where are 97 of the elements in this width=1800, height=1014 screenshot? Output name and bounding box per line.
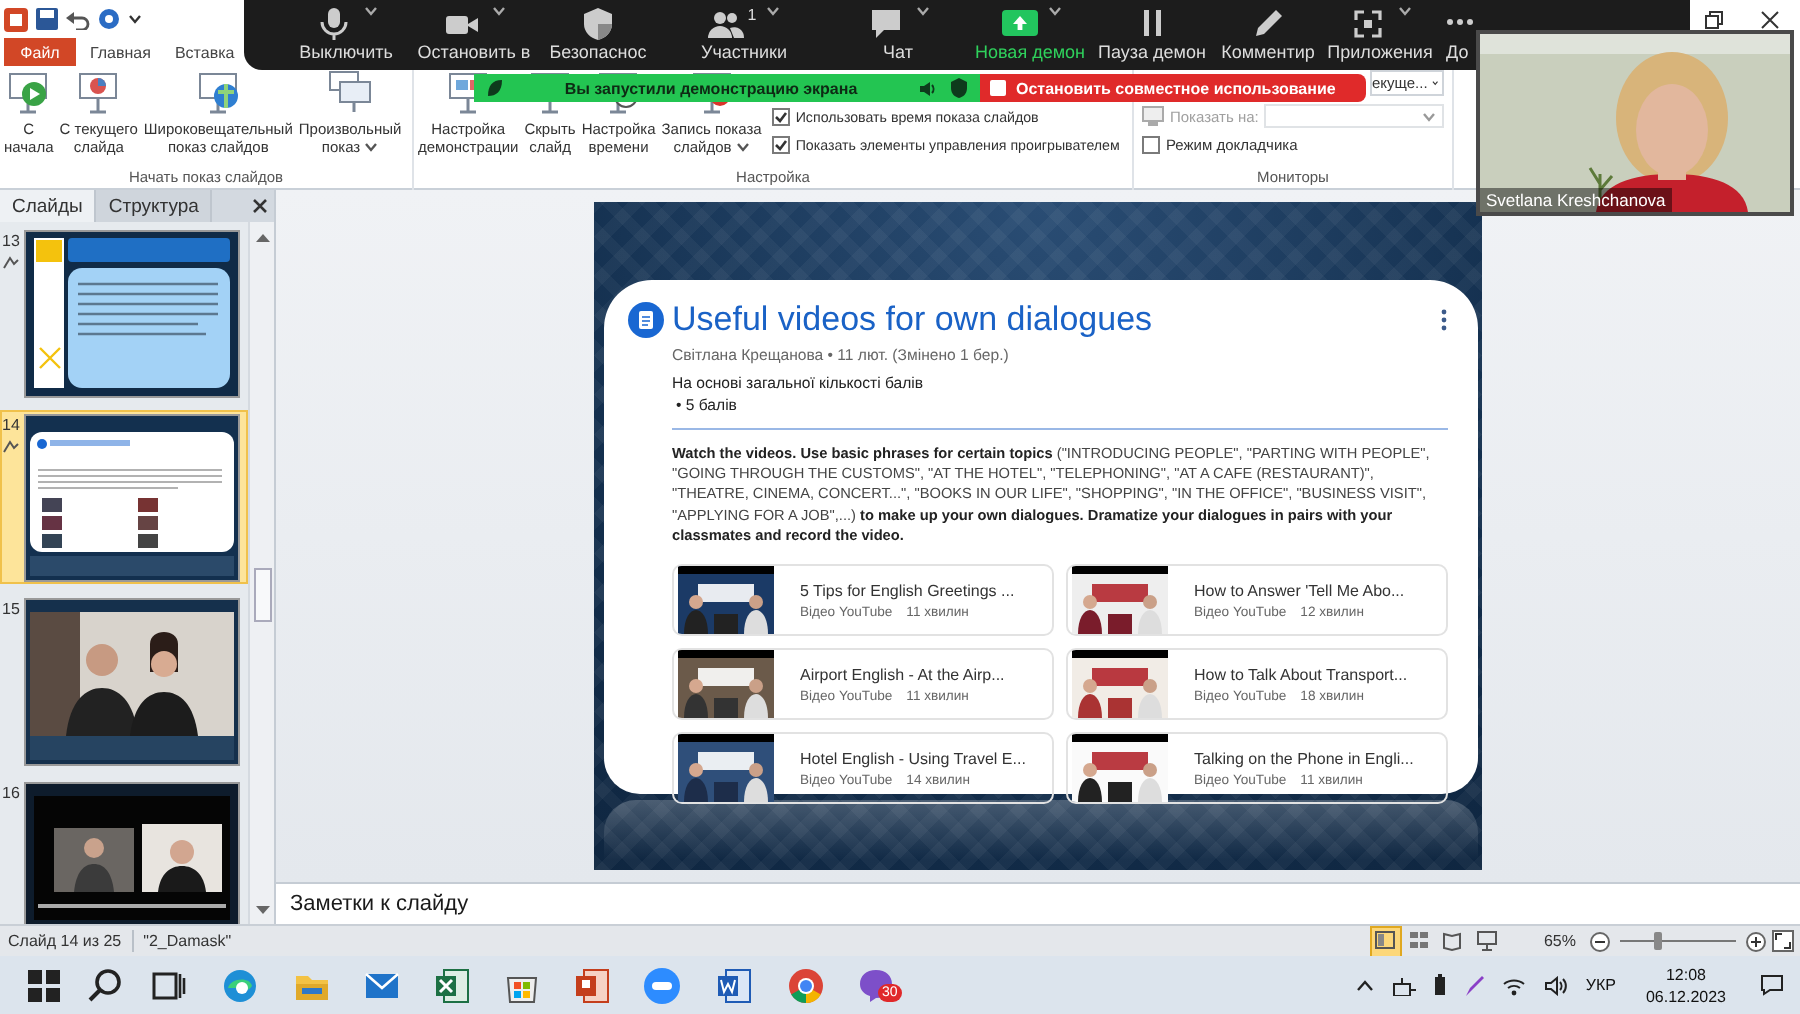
stop-sharing-button[interactable]: Остановить совместное использование (980, 74, 1366, 102)
view-button[interactable] (1473, 927, 1502, 955)
screen-chart-icon (76, 70, 121, 114)
slide-list-item[interactable]: 13 (0, 226, 248, 400)
video-title: How to Answer 'Tell Me Abo... (1194, 581, 1405, 600)
slide-number: 15 (2, 600, 20, 618)
video-title: 5 Tips for English Greetings ... (800, 581, 1015, 600)
meeting-icon[interactable] (642, 965, 682, 1005)
assignment-icon (628, 302, 664, 338)
zoom-out-icon[interactable] (1590, 931, 1610, 951)
slide-number: 14 (2, 416, 20, 434)
clock-date[interactable]: 06.12.2023 (1645, 987, 1726, 1005)
slide-counter: Слайд 14 из 25 (6, 932, 122, 950)
video-title: Talking on the Phone in Engli... (1194, 749, 1414, 768)
post-title: Useful videos for own dialogues (672, 300, 1155, 340)
leaf-icon (486, 78, 504, 98)
more-icon (1446, 18, 1474, 26)
toolbar-button[interactable]: Выключить (280, 0, 412, 70)
presentation-icon[interactable] (571, 965, 611, 1005)
restore-icon[interactable] (1704, 9, 1724, 29)
screen-play-icon (6, 70, 51, 114)
chat-bubble-icon (867, 6, 905, 40)
toolbar-button[interactable]: 1 Участники (660, 0, 828, 70)
spreadsheet-icon[interactable] (431, 965, 471, 1005)
screens-icon (328, 70, 373, 114)
checkbox[interactable] (1142, 136, 1160, 154)
projector-icon (1476, 930, 1499, 952)
ribbon-tab[interactable]: Вставка (164, 38, 245, 66)
video-title: Airport English - At the Airp... (800, 665, 1005, 684)
volume-icon[interactable] (1543, 975, 1568, 995)
normal-view-icon (1374, 930, 1397, 952)
zoom-level: 65% (1543, 932, 1576, 950)
apps-icon (1349, 6, 1387, 40)
participant-name: Svetlana Kreshchanova (1480, 188, 1672, 212)
close-icon[interactable] (252, 198, 268, 214)
start-icon[interactable] (24, 965, 64, 1005)
chevron-up-icon[interactable] (1355, 979, 1374, 991)
stop-square-icon (990, 80, 1006, 96)
toolbar-button[interactable]: Безопаснос (536, 0, 660, 70)
scroll-up-icon[interactable] (255, 232, 269, 242)
search-icon[interactable] (86, 965, 126, 1005)
screen-globe-icon (196, 70, 241, 114)
share-status-text: Вы запустили демонстрацию экрана (562, 79, 860, 97)
shield-icon (579, 6, 617, 40)
shield-check-icon (950, 78, 968, 98)
panel-tab[interactable]: Слайды (0, 190, 97, 222)
wifi-icon[interactable] (1501, 975, 1526, 995)
save-icon[interactable] (36, 8, 58, 30)
book-icon (1442, 930, 1465, 952)
slide-list-item[interactable]: 15 (0, 594, 248, 768)
view-button[interactable] (1371, 927, 1400, 955)
language-indicator[interactable]: УКР (1585, 976, 1616, 994)
video-title: Hotel English - Using Travel E... (800, 749, 1026, 768)
speaker-icon (918, 79, 938, 97)
slide-list-item[interactable]: 16 (0, 778, 248, 924)
fit-window-icon[interactable] (1772, 930, 1794, 952)
zoom-in-icon[interactable] (1746, 931, 1766, 951)
toolbar-button[interactable]: Новая демон (968, 0, 1092, 70)
undo-icon[interactable] (66, 9, 90, 29)
scrollbar-thumb[interactable] (253, 568, 271, 622)
pen-icon[interactable] (1463, 973, 1484, 997)
panel-tab[interactable]: Структура (96, 190, 213, 222)
toolbar-button[interactable]: Остановить в (412, 0, 536, 70)
checkbox[interactable] (771, 108, 790, 126)
toolbar-button[interactable]: Комментир (1212, 0, 1324, 70)
share-screen-icon (999, 6, 1037, 40)
toolbar-button[interactable]: Чат (828, 0, 968, 70)
scroll-down-icon[interactable] (255, 906, 269, 916)
repeat-icon[interactable] (98, 8, 120, 30)
grid-view-icon (1408, 930, 1431, 952)
zoom-slider[interactable] (1620, 932, 1736, 950)
slide-number: 13 (2, 232, 20, 250)
toolbar-button[interactable]: Приложения (1324, 0, 1436, 70)
microphone-icon (315, 6, 353, 40)
close-icon[interactable] (1760, 9, 1780, 29)
caret-icon (1422, 111, 1436, 121)
more-options-icon[interactable] (1440, 308, 1448, 332)
people-icon (707, 6, 746, 40)
browser-icon[interactable] (219, 965, 259, 1005)
device-icon[interactable] (1391, 975, 1416, 995)
battery-icon[interactable] (1433, 974, 1446, 996)
participant-count: 1 (747, 6, 757, 24)
monitor-icon (1142, 106, 1164, 126)
caret-icon (128, 14, 142, 24)
theme-name: "2_Damask" (143, 932, 232, 950)
video-title: How to Talk About Transport... (1194, 665, 1408, 684)
clock-time[interactable]: 12:08 (1665, 965, 1706, 983)
checkbox[interactable] (771, 136, 790, 154)
slider-thumb[interactable] (1653, 932, 1662, 950)
slide-list-item[interactable]: 14 (0, 410, 248, 584)
notifications-icon[interactable] (1760, 974, 1784, 996)
toolbar-button[interactable]: Пауза демон (1092, 0, 1212, 70)
ribbon-tab[interactable]: Главная (80, 38, 161, 66)
browser-icon[interactable] (785, 965, 825, 1005)
toolbar-button[interactable]: До (1436, 0, 1476, 70)
slide-number: 16 (2, 784, 20, 802)
document-icon[interactable] (714, 965, 754, 1005)
